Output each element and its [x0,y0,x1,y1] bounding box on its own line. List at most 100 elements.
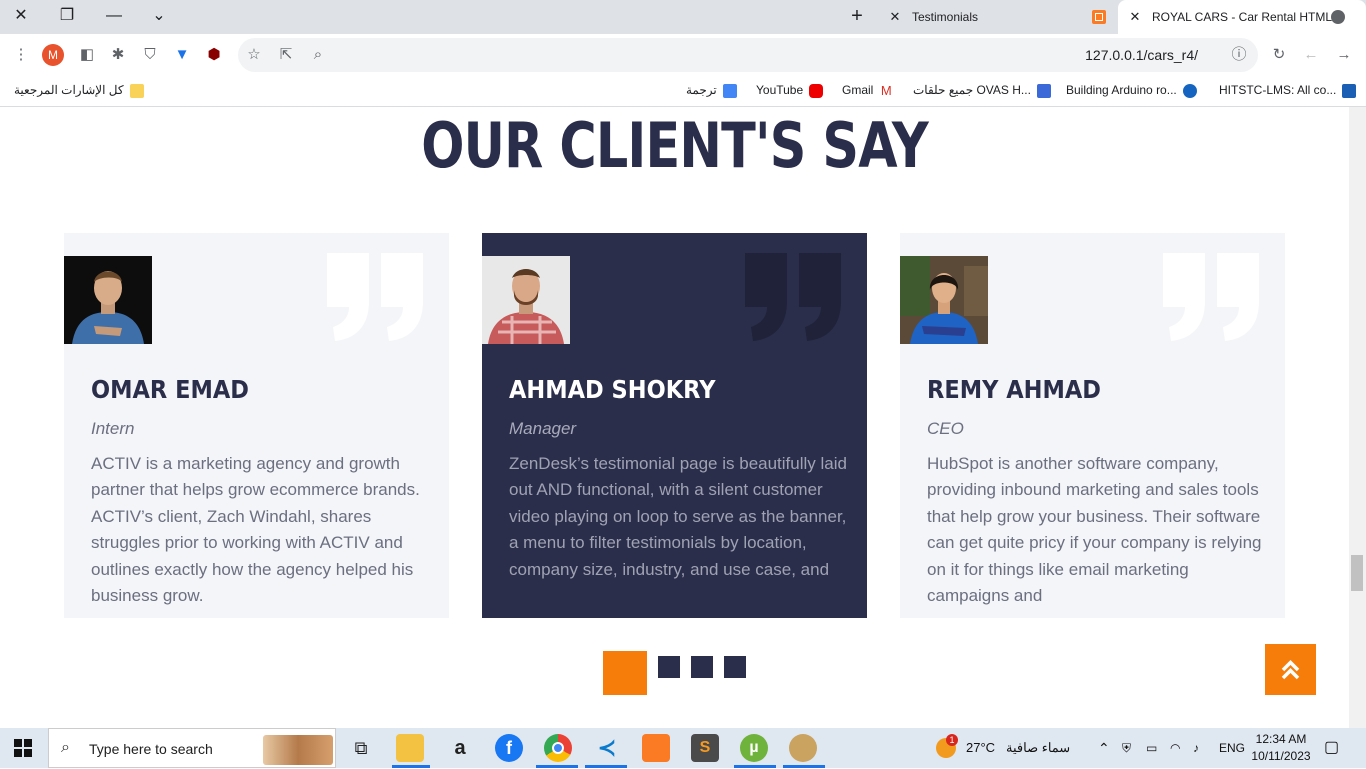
xampp-icon[interactable] [642,734,670,762]
client-name: AHMAD SHOKRY [509,375,716,404]
bookmark-youtube[interactable]: YouTube [756,76,824,104]
weather-condition[interactable]: سماء صافية [1006,728,1070,768]
page-viewport: OUR CLIENT'S SAY OMAR EMAD Intern ACTIV … [0,107,1349,728]
volume-icon[interactable]: ♪ [1193,728,1199,768]
bookmark-arduino[interactable]: Building Arduino ro... [1066,76,1197,104]
menu-dots-icon[interactable]: ⋮ [10,44,32,66]
windows-taskbar: ⌕ Type here to search ⧉ a f ≺ S µ 1 27°C… [0,728,1366,768]
client-role: Intern [91,419,135,438]
task-view-icon[interactable]: ⧉ [347,734,375,762]
folder-icon [129,83,144,98]
share-icon[interactable]: ⇱ [275,44,297,66]
address-bar[interactable]: ☆ ⇱ ⌕ 127.0.0.1/cars_r4/ ⓘ [238,38,1258,72]
browser-tab-bar: ✕ ❐ — ⌄ + ✕ Testimonials ✕ ROYAL CARS - Ca… [0,0,1366,34]
tab-title: ROYAL CARS - Car Rental HTML [1152,10,1333,24]
amazon-icon[interactable]: a [446,734,474,762]
vpn-icon[interactable]: ▼ [171,44,193,66]
bookmark-translate[interactable]: ترجمة [686,76,737,104]
reload-icon[interactable]: ↻ [1268,44,1290,66]
chrome-icon[interactable] [544,734,572,762]
avatar [482,256,570,344]
double-chevron-up-icon [1281,660,1300,680]
bookmark-ovas[interactable]: جميع حلقات OVAS H... [913,76,1051,104]
sidebar-icon[interactable]: ◧ [76,44,98,66]
xampp-favicon-icon [1092,10,1106,24]
vscode-icon[interactable]: ≺ [593,734,621,762]
battery-icon[interactable]: ▭ [1146,728,1157,768]
window-restore-icon[interactable]: ❐ [54,6,80,26]
carousel-dot[interactable] [658,656,680,678]
language-indicator[interactable]: ENG [1219,728,1245,768]
tab-testimonials[interactable]: ✕ Testimonials [888,0,1118,34]
taskbar-search-box[interactable]: ⌕ Type here to search [48,728,336,768]
tab-royal-cars[interactable]: ✕ ROYAL CARS - Car Rental HTML [1118,0,1366,34]
file-explorer-icon[interactable] [396,734,424,762]
tab-close-icon[interactable]: ✕ [888,0,902,34]
quote-icon [745,253,841,341]
testimonial-text: ACTIV is a marketing agency and growth p… [91,454,420,606]
tab-search-icon[interactable]: ⌄ [146,6,172,26]
sublime-icon[interactable]: S [691,734,719,762]
bookmark-all-bookmarks[interactable]: كل الإشارات المرجعية [14,76,144,104]
search-placeholder: Type here to search [89,741,213,757]
bookmark-label: كل الإشارات المرجعية [14,83,124,97]
back-to-top-button[interactable] [1265,644,1316,695]
profile-avatar-icon[interactable]: M [42,44,64,66]
tab-close-icon[interactable]: ✕ [1128,0,1142,34]
bookmark-label: YouTube [756,83,804,97]
paint-icon[interactable] [789,734,817,762]
notification-count-badge: 1 [946,734,958,746]
client-role: CEO [927,419,964,438]
weather-temp[interactable]: 27°C [966,728,995,768]
url-text[interactable]: 127.0.0.1/cars_r4/ [1085,38,1198,72]
bookmarks-bar: كل الإشارات المرجعية ترجمة YouTube Gmail… [0,76,1366,107]
search-icon: ⌕ [61,739,70,756]
bookmark-label: جميع حلقات OVAS H... [913,83,1031,97]
wifi-icon[interactable]: ◠ [1170,728,1180,768]
window-minimize-icon[interactable]: — [101,6,127,26]
testimonial-text: ZenDesk’s testimonial page is beautifull… [509,454,847,579]
extensions-icon[interactable]: ✱ [107,44,129,66]
bookmark-star-icon[interactable]: ☆ [243,44,265,66]
windows-start-icon[interactable] [14,739,32,757]
testimonial-card-active: AHMAD SHOKRY Manager ZenDesk’s testimoni… [482,233,867,618]
scrollbar-thumb[interactable] [1351,555,1363,591]
site-info-icon[interactable]: ⓘ [1228,44,1250,66]
browser-toolbar: ⋮ M ◧ ✱ ⛉ ▼ ⬢ ☆ ⇱ ⌕ 127.0.0.1/cars_r4/ ⓘ… [0,34,1366,76]
testimonial-card: REMY AHMAD CEO HubSpot is another softwa… [900,233,1285,618]
quote-icon [1163,253,1259,341]
carousel-dot[interactable] [724,656,746,678]
ublock-icon[interactable]: ⬢ [203,44,225,66]
institution-icon [1342,83,1357,98]
carousel-dot[interactable] [691,656,713,678]
client-name: OMAR EMAD [91,375,249,404]
carousel-dot-active[interactable] [603,651,647,695]
chevron-up-icon[interactable]: ⌃ [1098,728,1110,768]
notifications-icon[interactable]: ▢ [1324,728,1339,768]
facebook-icon[interactable]: f [495,734,523,762]
back-icon[interactable]: → [1333,44,1355,66]
clock[interactable]: 12:34 AM 10/11/2023 [1250,731,1312,765]
bookmark-label: Gmail [842,83,874,97]
window-close-icon[interactable]: ✕ [8,6,34,26]
weather-icon[interactable]: 1 [936,734,958,758]
globe-icon [1331,10,1345,24]
gmail-icon: M [880,82,892,98]
quote-icon [327,253,423,341]
search-highlight-image [263,735,333,765]
bookmark-hitstc-lms[interactable]: HITSTC-LMS: All co... [1219,76,1357,104]
zoom-icon[interactable]: ⌕ [307,44,329,66]
client-name: REMY AHMAD [927,375,1101,404]
new-tab-icon[interactable]: + [844,6,870,26]
forward-icon[interactable]: ← [1300,44,1322,66]
utorrent-icon[interactable]: µ [740,734,768,762]
testimonial-text: HubSpot is another software company, pro… [927,454,1262,606]
bookmark-gmail[interactable]: Gmail M [842,76,893,104]
bookmark-label: Building Arduino ro... [1066,83,1177,97]
testimonial-card: OMAR EMAD Intern ACTIV is a marketing ag… [64,233,449,618]
page-scrollbar[interactable] [1349,107,1366,728]
site-icon [1036,83,1051,98]
security-tray-icon[interactable]: ⛨ [1122,728,1131,768]
shield-icon[interactable]: ⛉ [139,44,161,66]
client-role: Manager [509,419,577,438]
